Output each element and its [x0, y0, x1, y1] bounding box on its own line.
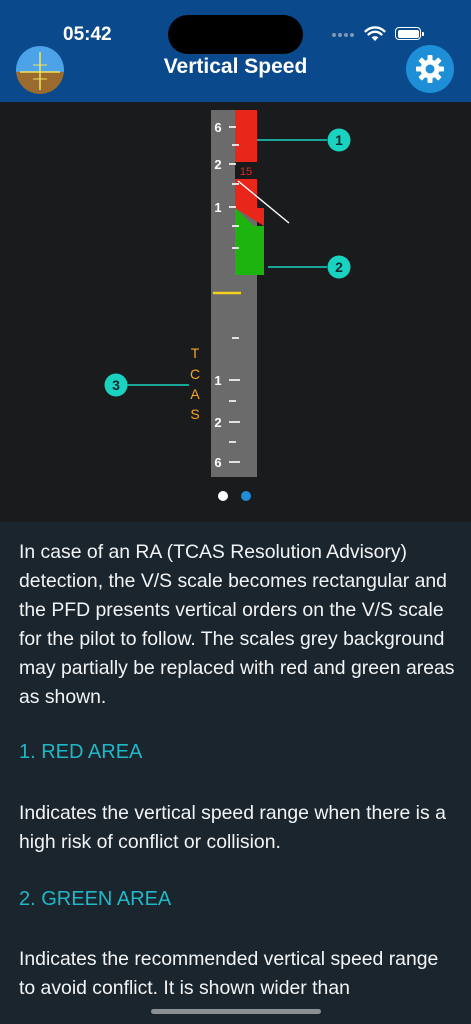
tcas-letter-t: T: [191, 345, 200, 361]
green-area-description: Indicates the recommended vertical speed…: [19, 948, 439, 999]
scale-label-top-2: 2: [214, 157, 221, 172]
page-indicator: [218, 491, 258, 501]
settings-button[interactable]: [406, 45, 454, 93]
section-heading-green-area: 2. GREEN AREA: [19, 888, 172, 910]
vs-scale-diagram: 15 6 2 1 1 2 6 T C A S 1 2 3: [0, 102, 471, 522]
scale-label-bottom-1: 1: [214, 373, 221, 388]
page-dot-1[interactable]: [218, 491, 228, 501]
status-icons: [332, 24, 432, 46]
tcas-letter-a: A: [190, 386, 200, 402]
app-header: 05:42 Vertical Speed: [0, 0, 471, 102]
page-title: Vertical Speed: [163, 55, 308, 78]
status-time: 05:42: [63, 24, 112, 45]
vs-scale-svg: 15 6 2 1 1 2 6 T C A S 1 2 3: [104, 110, 351, 477]
scale-label-top-6: 6: [214, 120, 221, 135]
scale-label-top-1: 1: [214, 200, 221, 215]
page-dot-2[interactable]: [241, 491, 251, 501]
callout-3-label: 3: [112, 377, 120, 393]
description-panel: In case of an RA (TCAS Resolution Adviso…: [0, 522, 471, 1024]
home-indicator[interactable]: [151, 1009, 321, 1014]
gear-icon: [416, 55, 444, 83]
red-area-description: Indicates the vertical speed range when …: [19, 802, 446, 853]
ra-value: 15: [240, 166, 252, 178]
callout-2-label: 2: [335, 259, 343, 275]
wifi-icon: [364, 26, 386, 41]
intro-paragraph: In case of an RA (TCAS Resolution Adviso…: [19, 541, 455, 708]
dynamic-island: [168, 15, 303, 54]
tcas-letter-s: S: [190, 406, 199, 422]
scale-label-bottom-2: 2: [214, 415, 221, 430]
cellular-signal-icon: [332, 33, 356, 37]
callout-1-label: 1: [335, 132, 343, 148]
battery-icon: [395, 27, 424, 40]
section-heading-red-area: 1. RED AREA: [19, 741, 143, 763]
tcas-letter-c: C: [190, 366, 200, 382]
scale-label-bottom-6: 6: [214, 455, 221, 470]
